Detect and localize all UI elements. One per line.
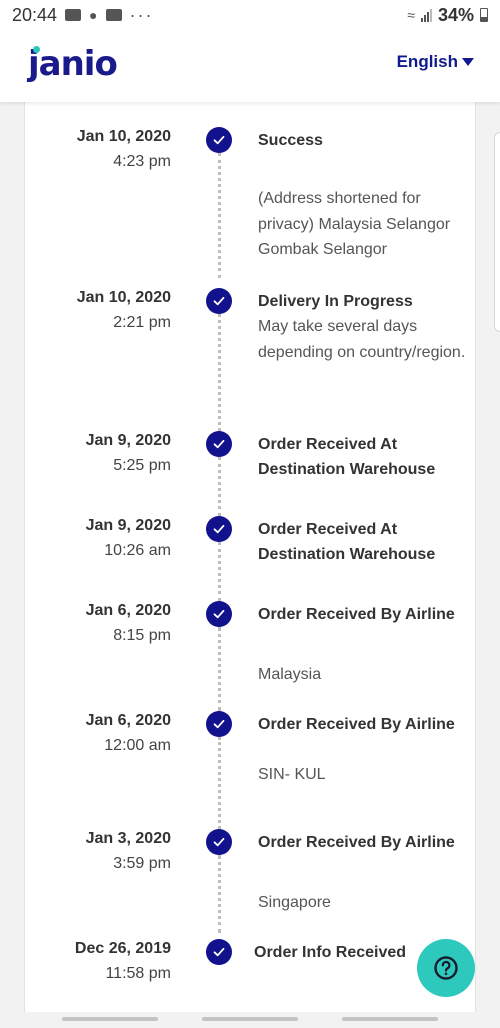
check-icon <box>206 288 232 314</box>
youtube-icon <box>105 9 122 21</box>
event-time: 5:25 pm <box>113 457 171 474</box>
status-bar: 20:44 ● ··· ≈ 34% <box>0 0 500 30</box>
event-date: Jan 6, 2020 <box>85 712 171 729</box>
event-date: Dec 26, 2019 <box>74 940 171 957</box>
youtube-icon <box>65 9 82 21</box>
timeline-connector <box>218 855 221 933</box>
nav-home-handle[interactable] <box>202 1017 298 1021</box>
check-icon <box>206 711 232 737</box>
event-date: Jan 10, 2020 <box>76 128 171 145</box>
battery-icon <box>480 8 488 22</box>
timeline-connector <box>218 737 221 829</box>
wifi-icon: ≈ <box>407 7 415 23</box>
event-date: Jan 9, 2020 <box>85 432 171 449</box>
event-date: Jan 6, 2020 <box>85 602 171 619</box>
check-icon <box>206 939 232 965</box>
event-title: Delivery In Progress <box>258 293 413 310</box>
check-icon <box>206 516 232 542</box>
clock: 20:44 <box>12 4 58 25</box>
event-time: 8:15 pm <box>113 627 171 644</box>
timeline-connector <box>218 457 221 516</box>
event-time: 12:00 am <box>104 737 171 754</box>
check-icon <box>206 127 232 153</box>
timeline-connector <box>218 627 221 711</box>
nav-back-handle[interactable] <box>342 1017 438 1021</box>
help-button[interactable] <box>417 939 475 997</box>
event-detail: SIN- KUL <box>258 766 326 783</box>
event-date: Jan 9, 2020 <box>85 517 171 534</box>
tracking-timeline-card: Jan 10, 2020 4:23 pm Success (Address sh… <box>24 102 476 1014</box>
app-header: janio English <box>0 30 500 102</box>
event-title: Order Received By Airline <box>258 716 455 733</box>
event-detail: Malaysia <box>258 666 322 683</box>
battery-level: 34% <box>437 4 474 25</box>
language-label: English <box>396 52 458 71</box>
event-time: 10:26 am <box>104 542 171 559</box>
event-title: Order Received At Destination Warehouse <box>258 436 436 478</box>
side-tab[interactable] <box>494 132 500 332</box>
system-navigation-bar <box>0 1012 500 1028</box>
event-title: Order Received At Destination Warehouse <box>258 521 436 563</box>
event-title: Order Received By Airline <box>258 606 455 623</box>
event-date: Jan 3, 2020 <box>85 830 171 847</box>
event-time: 2:21 pm <box>113 314 171 331</box>
event-detail: Singapore <box>258 894 331 911</box>
event-time: 11:58 pm <box>105 965 171 982</box>
event-date: Jan 10, 2020 <box>76 289 171 306</box>
timeline-connector <box>218 314 221 431</box>
event-time: 4:23 pm <box>113 153 171 170</box>
event-title: Success <box>258 132 323 149</box>
event-time: 3:59 pm <box>113 855 171 872</box>
more-notifications-icon: ··· <box>129 4 154 25</box>
event-title: Order Received By Airline <box>258 834 455 851</box>
check-icon <box>206 601 232 627</box>
logo-text: janio <box>28 44 118 84</box>
janio-logo[interactable]: janio <box>28 44 118 84</box>
signal-icon <box>420 8 432 22</box>
question-icon <box>434 956 458 980</box>
nav-recents-handle[interactable] <box>62 1017 158 1021</box>
language-selector[interactable]: English <box>397 52 474 72</box>
dropdown-triangle-icon <box>462 58 474 66</box>
check-icon <box>206 431 232 457</box>
timeline-connector <box>218 153 221 278</box>
check-icon <box>206 829 232 855</box>
event-detail: May take several days depending on count… <box>258 318 466 361</box>
timeline-connector <box>218 542 221 601</box>
event-detail: (Address shortened for privacy) Malaysia… <box>258 190 451 258</box>
logo-dot <box>33 46 40 53</box>
notification-icon: ● <box>89 7 98 23</box>
